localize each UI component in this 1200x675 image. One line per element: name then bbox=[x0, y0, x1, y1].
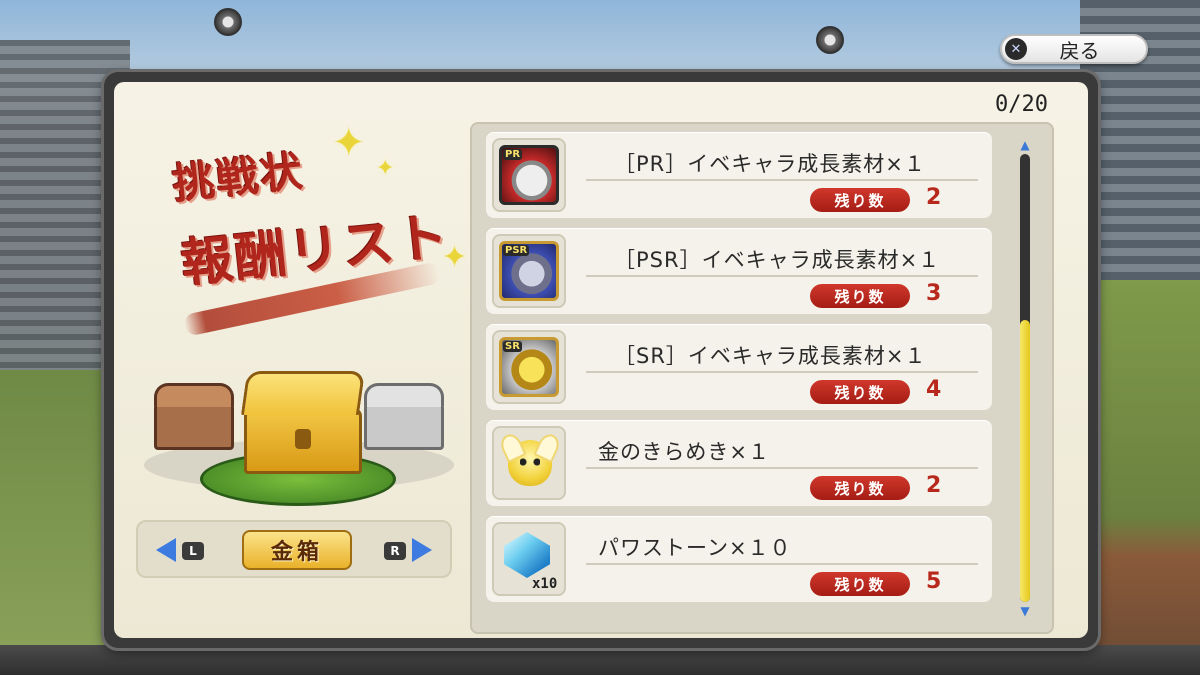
next-box-arrow-icon[interactable] bbox=[412, 538, 432, 562]
item-name: パワストーン×１０ bbox=[598, 536, 792, 560]
remain-count: 4 bbox=[926, 377, 942, 402]
gold-chest-icon bbox=[240, 371, 366, 474]
back-button[interactable]: ✕ 戻る bbox=[1000, 34, 1148, 64]
dialog-body: 挑戦状 報酬リスト ✦ ✦ ✦ L 金箱 R 0/20 PR ［PR］イベキャラ… bbox=[114, 82, 1088, 638]
title-art: 挑戦状 報酬リスト ✦ ✦ ✦ bbox=[152, 120, 472, 340]
remain-count: 2 bbox=[926, 185, 942, 210]
remain-label: 残り数 bbox=[810, 572, 910, 596]
current-box-label: 金箱 bbox=[242, 530, 352, 570]
sr-card-icon: SR bbox=[499, 337, 559, 397]
pr-card-icon: PR bbox=[499, 145, 559, 205]
scroll-track[interactable] bbox=[1020, 154, 1030, 602]
silver-chest-icon bbox=[364, 383, 444, 450]
floodlight-icon bbox=[214, 8, 242, 36]
scroll-down-arrow-icon[interactable]: ▼ bbox=[1018, 604, 1032, 618]
item-name: ［PR］イベキャラ成長素材×１ bbox=[614, 152, 926, 176]
floodlight-icon bbox=[816, 26, 844, 54]
powerstone-gem-icon bbox=[504, 532, 550, 578]
reward-list-dialog: 挑戦状 報酬リスト ✦ ✦ ✦ L 金箱 R 0/20 PR ［PR］イベキャラ… bbox=[104, 72, 1098, 648]
list-item[interactable]: PSR ［PSR］イベキャラ成長素材×１ 残り数 3 bbox=[486, 228, 992, 314]
list-item[interactable]: SR ［SR］イベキャラ成長素材×１ 残り数 4 bbox=[486, 324, 992, 410]
treasure-chests-illustration bbox=[144, 360, 454, 510]
remain-label: 残り数 bbox=[810, 380, 910, 404]
list-item[interactable]: PR ［PR］イベキャラ成長素材×１ 残り数 2 bbox=[486, 132, 992, 218]
gold-sparkle-fairy-icon bbox=[508, 440, 552, 486]
sparkle-icon: ✦ bbox=[376, 156, 395, 181]
remain-label: 残り数 bbox=[810, 284, 910, 308]
remain-label: 残り数 bbox=[810, 188, 910, 212]
reward-counter: 0/20 bbox=[995, 92, 1048, 117]
back-label: 戻る bbox=[1059, 38, 1100, 63]
bronze-chest-icon bbox=[154, 383, 234, 450]
remain-count: 2 bbox=[926, 473, 942, 498]
psr-card-icon: PSR bbox=[499, 241, 559, 301]
item-name: ［PSR］イベキャラ成長素材×１ bbox=[614, 248, 941, 272]
remain-count: 3 bbox=[926, 281, 942, 306]
list-item[interactable]: 金のきらめき×１ 残り数 2 bbox=[486, 420, 992, 506]
item-name: ［SR］イベキャラ成長素材×１ bbox=[614, 344, 927, 368]
stadium-bottom bbox=[0, 645, 1200, 675]
cross-button-icon: ✕ bbox=[1005, 38, 1027, 60]
scrollbar[interactable]: ▲ ▼ bbox=[1018, 138, 1032, 618]
remain-label: 残り数 bbox=[810, 476, 910, 500]
prev-box-arrow-icon[interactable] bbox=[156, 538, 176, 562]
field-right bbox=[1080, 280, 1200, 675]
l-button-icon: L bbox=[182, 542, 204, 560]
scroll-up-arrow-icon[interactable]: ▲ bbox=[1018, 138, 1032, 152]
scroll-thumb[interactable] bbox=[1020, 319, 1030, 602]
field-left bbox=[0, 370, 110, 675]
list-item[interactable]: x10 パワストーン×１０ 残り数 5 bbox=[486, 516, 992, 602]
remain-count: 5 bbox=[926, 569, 942, 594]
item-quantity: x10 bbox=[532, 576, 558, 592]
sparkle-icon: ✦ bbox=[442, 240, 468, 275]
item-name: 金のきらめき×１ bbox=[598, 440, 770, 464]
sparkle-icon: ✦ bbox=[332, 120, 366, 166]
reward-list: PR ［PR］イベキャラ成長素材×１ 残り数 2 PSR ［PSR］イベキャラ成… bbox=[470, 122, 1054, 634]
box-selector: L 金箱 R bbox=[136, 520, 452, 578]
title-line1: 挑戦状 bbox=[170, 146, 307, 209]
r-button-icon: R bbox=[384, 542, 406, 560]
